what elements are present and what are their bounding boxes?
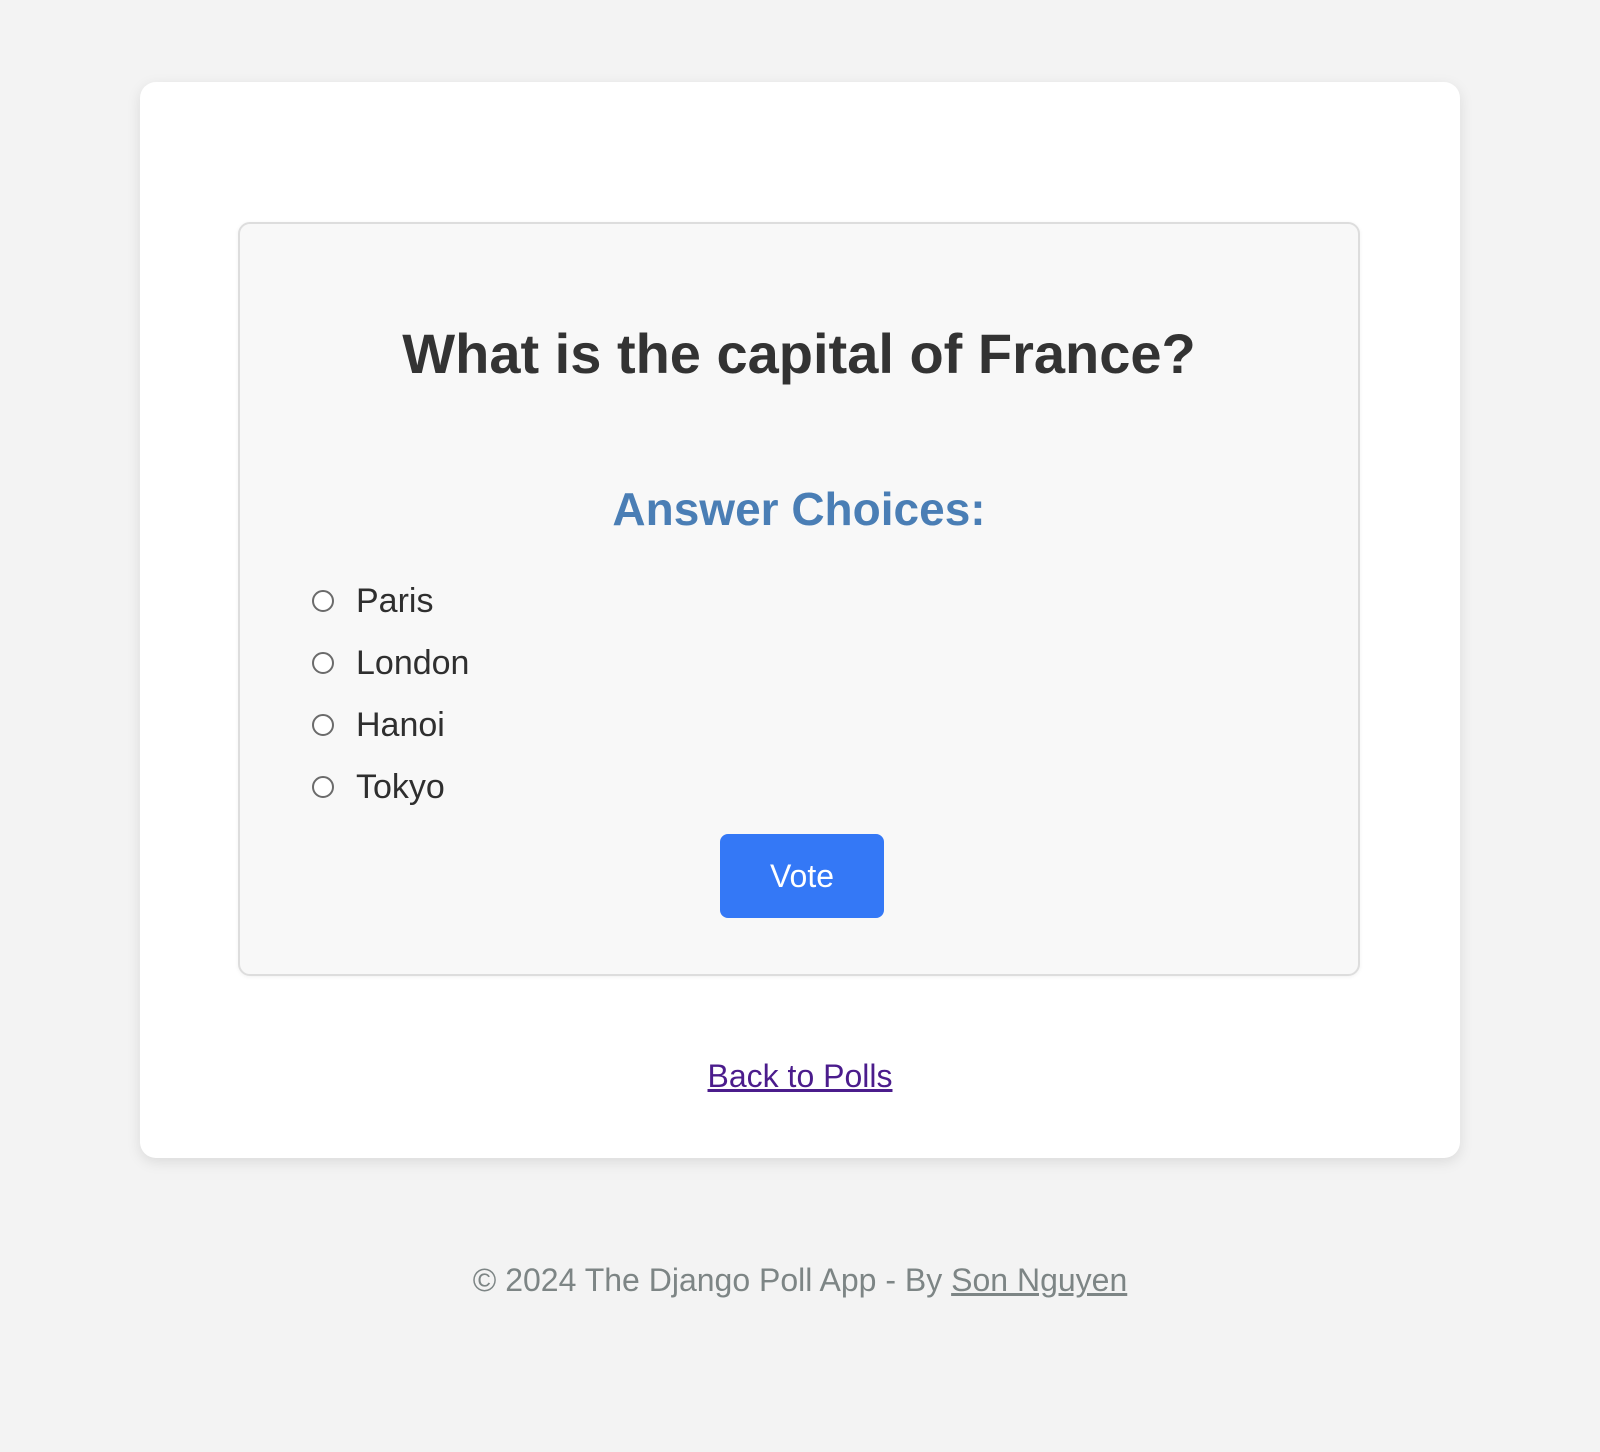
choice-option-hanoi[interactable]: Hanoi <box>312 694 469 756</box>
author-link[interactable]: Son Nguyen <box>951 1262 1127 1298</box>
radio-button[interactable] <box>312 652 334 674</box>
footer-text: © 2024 The Django Poll App - By <box>472 1262 952 1298</box>
choice-label: Tokyo <box>356 768 445 806</box>
choice-label: Paris <box>356 582 434 620</box>
page-footer: © 2024 The Django Poll App - By Son Nguy… <box>0 1264 1600 1296</box>
question-title: What is the capital of France? <box>402 322 1196 385</box>
answer-choices-heading: Answer Choices: <box>612 483 986 535</box>
choice-option-paris[interactable]: Paris <box>312 570 469 632</box>
poll-form: What is the capital of France? Answer Ch… <box>238 222 1360 976</box>
choice-label: London <box>356 644 470 682</box>
choice-option-tokyo[interactable]: Tokyo <box>312 756 469 818</box>
back-link-container: Back to Polls <box>140 1060 1460 1092</box>
choice-list: Paris London Hanoi Tokyo <box>312 570 469 818</box>
choice-option-london[interactable]: London <box>312 632 469 694</box>
radio-button[interactable] <box>312 714 334 736</box>
back-to-polls-link[interactable]: Back to Polls <box>708 1058 893 1094</box>
choice-label: Hanoi <box>356 706 445 744</box>
radio-button[interactable] <box>312 776 334 798</box>
main-card: What is the capital of France? Answer Ch… <box>140 82 1460 1158</box>
vote-button[interactable]: Vote <box>720 834 884 918</box>
radio-button[interactable] <box>312 590 334 612</box>
